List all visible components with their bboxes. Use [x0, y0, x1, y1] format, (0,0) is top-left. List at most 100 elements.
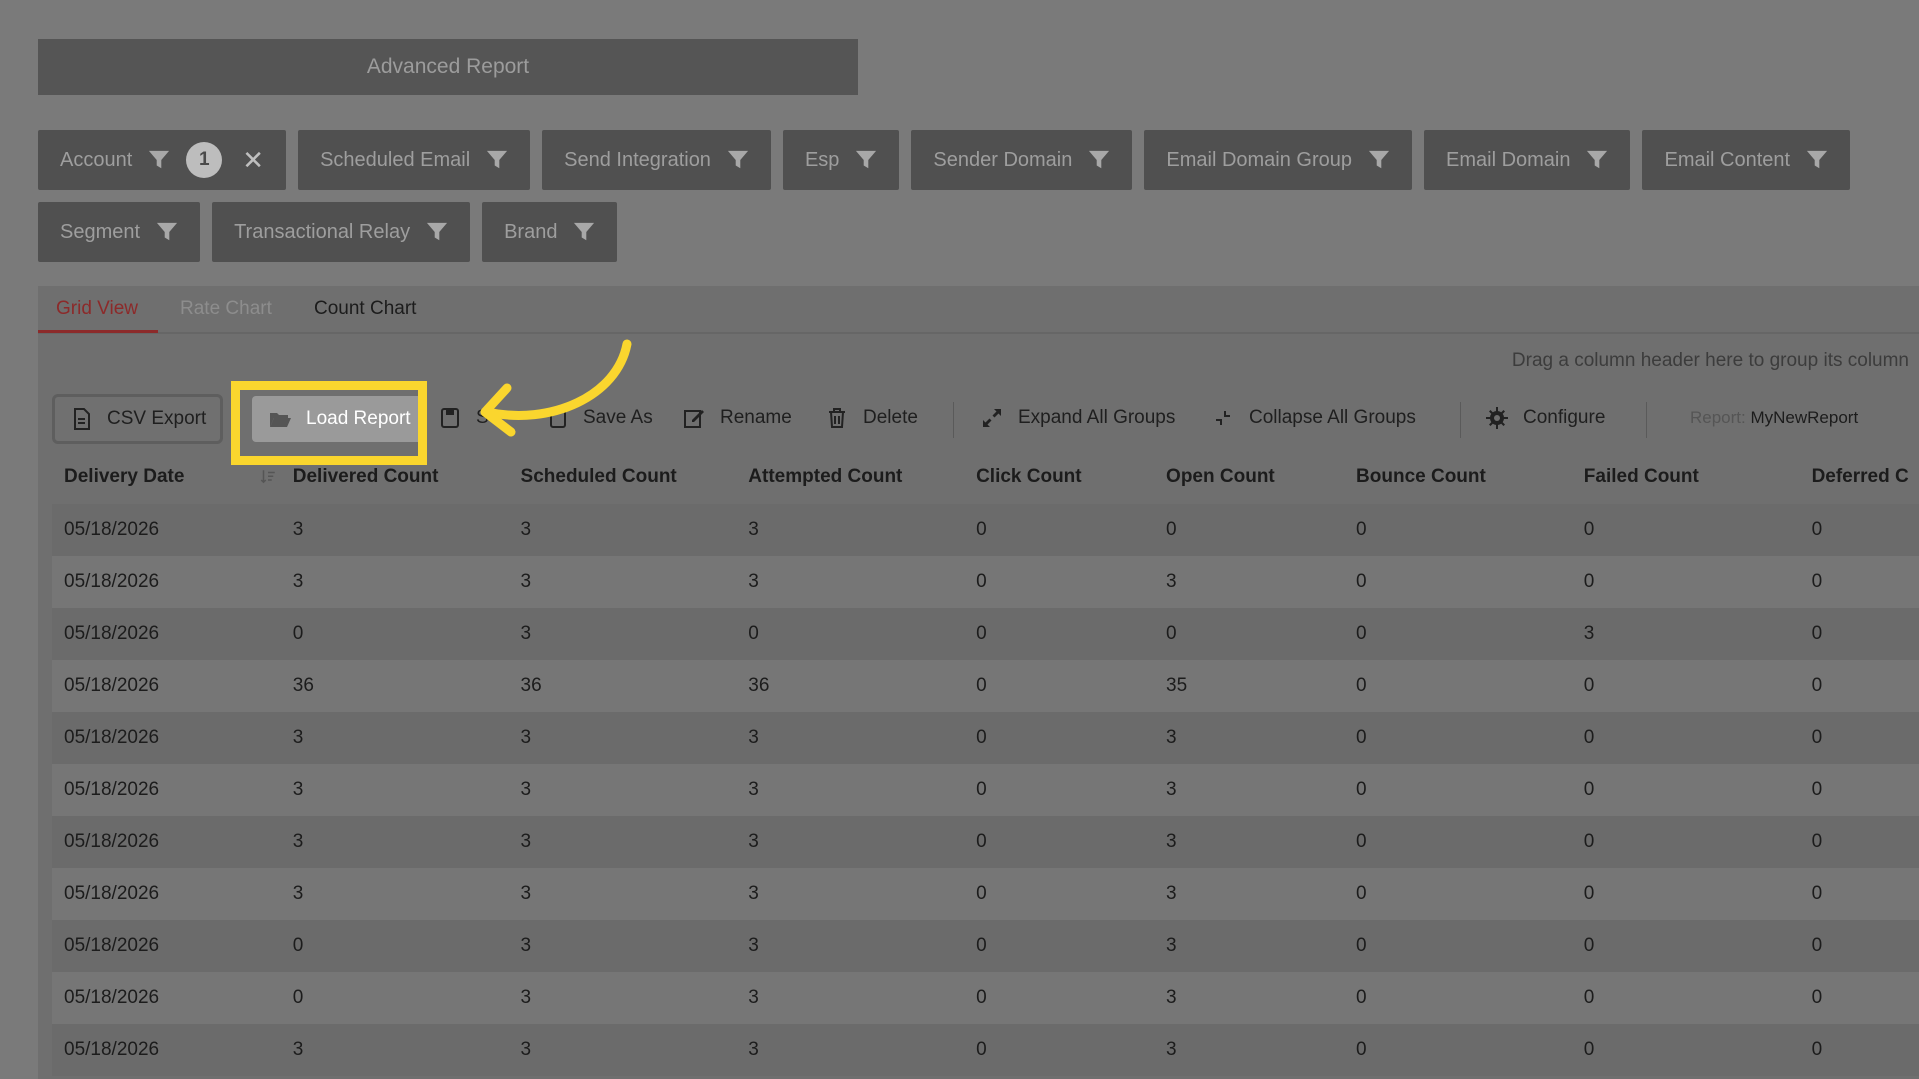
filter-chip[interactable]: Send Integration [542, 130, 771, 190]
table-cell: 05/18/2026 [64, 675, 160, 696]
filter-funnel-icon[interactable] [727, 149, 749, 171]
filter-label: Brand [504, 220, 558, 243]
table-cell: 0 [1811, 1039, 1823, 1060]
grid-header-row: Delivery Date Delivered Count Scheduled Co… [52, 450, 1919, 504]
table-cell: 0 [1811, 987, 1823, 1008]
column-header[interactable]: Attempted Count [736, 466, 964, 488]
trash-icon [829, 408, 845, 428]
expand-all-label: Expand All Groups [1018, 407, 1176, 428]
filter-funnel-icon[interactable] [1088, 149, 1110, 171]
sort-icon[interactable] [259, 468, 277, 486]
table-row[interactable]: 05/18/2026 3 3 3 0 3 0 0 0 [52, 1024, 1919, 1076]
filter-chip[interactable]: Email Content [1642, 130, 1851, 190]
table-cell: 3 [748, 831, 759, 852]
table-cell: 0 [1356, 883, 1367, 904]
filter-funnel-icon[interactable] [486, 149, 508, 171]
column-header[interactable]: Open Count [1154, 466, 1344, 488]
table-cell: 0 [1356, 1039, 1367, 1060]
table-cell: 0 [976, 675, 987, 696]
table-cell: 0 [1811, 623, 1823, 644]
filter-chip[interactable]: Email Domain Group [1144, 130, 1412, 190]
table-cell: 3 [748, 883, 759, 904]
filter-chip[interactable]: Scheduled Email [298, 130, 531, 190]
table-row[interactable]: 05/18/2026 3 3 3 0 3 0 0 0 [52, 556, 1919, 608]
column-header-label: Bounce Count [1356, 466, 1486, 487]
column-header[interactable]: Bounce Count [1344, 466, 1572, 488]
table-row[interactable]: 05/18/2026 3 3 3 0 3 0 0 0 [52, 868, 1919, 920]
table-cell: 3 [520, 987, 532, 1008]
filter-funnel-icon[interactable] [426, 221, 448, 243]
filter-chip[interactable]: Sender Domain [911, 130, 1133, 190]
filter-chip[interactable]: Brand [482, 202, 618, 262]
table-row[interactable]: 05/18/2026 3 3 3 0 3 0 0 0 [52, 816, 1919, 868]
save-as-label: Save As [583, 407, 653, 428]
save-button[interactable]: S [438, 390, 489, 446]
table-cell: 3 [748, 519, 759, 540]
filter-funnel-icon[interactable] [1586, 149, 1608, 171]
column-header[interactable]: Delivery Date [52, 466, 281, 488]
rename-button[interactable]: Rename [682, 390, 792, 446]
column-header[interactable]: Delivered Count [281, 466, 509, 488]
table-row[interactable]: 05/18/2026 3 3 3 0 3 0 0 0 [52, 764, 1919, 816]
csv-export-button[interactable]: CSV Export [52, 394, 224, 444]
column-header[interactable]: Scheduled Count [509, 466, 737, 488]
close-icon[interactable]: ✕ [242, 147, 264, 173]
column-header-label: Scheduled Count [520, 466, 677, 487]
save-as-button[interactable]: Save As [545, 390, 653, 446]
table-cell: 0 [292, 623, 304, 644]
column-header[interactable]: Failed Count [1572, 466, 1800, 488]
configure-button[interactable]: Configure [1485, 390, 1605, 446]
page-title: Advanced Report [38, 39, 858, 95]
column-header[interactable]: Deferred C [1800, 466, 1919, 488]
table-cell: 0 [1583, 831, 1595, 852]
table-cell: 0 [1583, 675, 1595, 696]
filter-funnel-icon[interactable] [156, 221, 178, 243]
tab-count-chart[interactable]: Count Chart [314, 298, 416, 330]
load-report-button[interactable]: Load Report [252, 396, 427, 442]
table-cell: 0 [1583, 779, 1595, 800]
filter-chip[interactable]: Email Domain [1424, 130, 1631, 190]
table-cell: 05/18/2026 [64, 1039, 160, 1060]
table-cell: 0 [1583, 1039, 1595, 1060]
group-drop-hint[interactable]: Drag a column header here to group its c… [1512, 350, 1909, 372]
column-header[interactable]: Click Count [964, 466, 1154, 488]
configure-label: Configure [1523, 407, 1606, 428]
filter-funnel-icon[interactable] [855, 149, 877, 171]
table-row[interactable]: 05/18/2026 3 3 3 0 0 0 0 0 [52, 504, 1919, 556]
table-cell: 36 [748, 675, 770, 696]
toolbar-divider [953, 402, 954, 438]
filter-chip[interactable]: Transactional Relay [212, 202, 471, 262]
filter-funnel-icon[interactable] [1368, 149, 1390, 171]
filter-funnel-icon[interactable] [573, 221, 595, 243]
collapse-all-groups-button[interactable]: Collapse All Groups [1211, 390, 1416, 446]
tab-grid-view[interactable]: Grid View [38, 298, 159, 333]
column-header-label: Click Count [976, 466, 1082, 487]
table-row[interactable]: 05/18/2026 0 3 0 0 0 0 3 0 [52, 608, 1919, 660]
expand-all-groups-button[interactable]: Expand All Groups [980, 390, 1175, 446]
table-row[interactable]: 05/18/2026 0 3 3 0 3 0 0 0 [52, 920, 1919, 972]
table-cell: 0 [976, 519, 987, 540]
collapse-icon [1214, 409, 1232, 427]
table-row[interactable]: 05/18/2026 36 36 36 0 35 0 0 0 [52, 660, 1919, 712]
table-cell: 0 [1166, 519, 1177, 540]
filter-funnel-icon[interactable] [1806, 149, 1828, 171]
table-cell: 0 [976, 831, 987, 852]
filter-label: Email Domain [1446, 148, 1571, 171]
filter-chip[interactable]: Segment [38, 202, 201, 262]
load-report-label: Load Report [306, 408, 411, 429]
filter-funnel-icon[interactable] [148, 149, 170, 171]
table-cell: 0 [1583, 935, 1595, 956]
table-cell: 3 [1166, 571, 1177, 592]
filter-chip[interactable]: Account 1 ✕ [38, 130, 287, 190]
current-report-name: Report: MyNewReport [1690, 408, 1858, 428]
table-row[interactable]: 05/18/2026 3 3 3 0 3 0 0 0 [52, 712, 1919, 764]
table-cell: 0 [976, 623, 987, 644]
tab-rate-chart[interactable]: Rate Chart [180, 298, 272, 330]
table-cell: 3 [520, 779, 532, 800]
table-row[interactable]: 05/18/2026 0 3 3 0 3 0 0 0 [52, 972, 1919, 1024]
delete-button[interactable]: Delete [825, 390, 918, 446]
table-cell: 05/18/2026 [64, 779, 160, 800]
save-label: S [476, 407, 489, 428]
filter-chip[interactable]: Esp [782, 130, 900, 190]
table-cell: 3 [292, 779, 304, 800]
